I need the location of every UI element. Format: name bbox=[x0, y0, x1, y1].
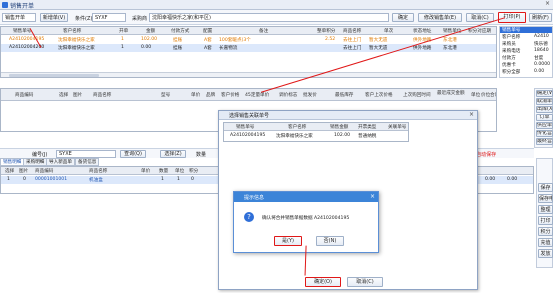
info-title: 销售单号 bbox=[502, 28, 521, 33]
action-item[interactable]: 出库(X) bbox=[536, 106, 553, 113]
col-address: 状态地址 bbox=[413, 29, 432, 34]
action-item[interactable]: 确定(W) bbox=[536, 90, 553, 97]
action-item[interactable]: 最终营销款 bbox=[536, 138, 553, 145]
select-button[interactable]: 选择(Z) bbox=[160, 150, 186, 158]
modify-order-button[interactable]: 修改销售单(E) bbox=[418, 13, 462, 22]
new-order-button[interactable]: 新增单(V) bbox=[40, 13, 68, 22]
close-icon[interactable]: × bbox=[469, 111, 474, 118]
side-item[interactable]: 充值 bbox=[538, 238, 553, 247]
no-button[interactable]: 否(N) bbox=[316, 236, 344, 246]
orders-grid: 销售单号 客户名称 开单 金额 付款方式 配置 备注 整单积分 商品名称 单次 … bbox=[0, 26, 497, 78]
side-item[interactable]: 积分 bbox=[538, 227, 553, 236]
select-header: 销售单号 客户名称 销售金额 开票类型 关联单号 bbox=[224, 123, 408, 131]
ok-button[interactable]: 确定(O) bbox=[305, 277, 341, 287]
side-item[interactable]: 发放 bbox=[538, 249, 553, 258]
orders-header: 销售单号 客户名称 开单 金额 付款方式 配置 备注 整单积分 商品名称 单次 … bbox=[1, 27, 496, 35]
toolbar: 销售开单 新增单(V) 条件(Z) SYXF 采购商 沈阳幸福快乐之家(和平区)… bbox=[0, 10, 553, 25]
app-icon bbox=[2, 2, 8, 8]
order-info-panel: 销售单号 客户名称 采购员 采购电话 付款方 优惠卡 积分全部 A2410 快乐… bbox=[499, 26, 553, 78]
bottom-action-panel: 保存 保存申请 整理 打印 积分 充值 发放 bbox=[536, 158, 553, 268]
search-button[interactable]: 查询(Q) bbox=[120, 150, 146, 158]
col-amount: 金额 bbox=[146, 29, 156, 34]
action-item[interactable]: 供应单(U) bbox=[536, 122, 553, 129]
col-period: 积分对应期 bbox=[468, 29, 491, 34]
side-item[interactable]: 打印 bbox=[538, 216, 553, 225]
num-input[interactable]: SYXE bbox=[56, 150, 116, 158]
col-customer: 客户名称 bbox=[63, 29, 82, 34]
tab-purchase-detail[interactable]: 采购明细 bbox=[23, 158, 48, 166]
side-item[interactable]: 保存 bbox=[538, 183, 553, 192]
select-grid: 销售单号 客户名称 销售金额 开票类型 关联单号 A24102004195 沈阳… bbox=[223, 122, 409, 142]
col-points: 整单积分 bbox=[317, 29, 336, 34]
col-count2: 单次 bbox=[384, 29, 394, 34]
customer-label: 采购商 bbox=[132, 16, 148, 22]
action-item[interactable]: 取消单据 bbox=[536, 98, 553, 105]
col-product: 商品名称 bbox=[343, 29, 362, 34]
message-box: 提示信息 × ? 确认将合并销售单据数据 A24102004195 是(Y) 否… bbox=[233, 191, 379, 253]
col-config: 配置 bbox=[203, 29, 213, 34]
col-remark: 备注 bbox=[259, 29, 269, 34]
customer-input[interactable]: 沈阳幸福快乐之家(和平区) bbox=[149, 13, 389, 22]
action-panel: 确定(W) 取消单据 出库(X) 订单 供应单(U) 传化营(T) 最终营销款 bbox=[534, 88, 553, 148]
window-titlebar: 销售开单 × bbox=[0, 0, 553, 10]
table-row[interactable]: A24102004200 沈阳幸福快乐之家 1 0.00 挂账 A套 长嘉物流 … bbox=[1, 44, 496, 52]
condition-input[interactable]: SYXF bbox=[92, 13, 126, 22]
orders-hscroll[interactable] bbox=[1, 72, 496, 77]
side-item[interactable]: 整理 bbox=[538, 205, 553, 214]
message-titlebar: 提示信息 × bbox=[234, 192, 378, 202]
col-count: 开单 bbox=[119, 29, 129, 34]
cancel-button[interactable]: 取消(C) bbox=[347, 277, 383, 287]
close-icon[interactable]: × bbox=[370, 193, 375, 200]
tab-import[interactable]: 导入新品单 bbox=[46, 158, 75, 166]
select-dialog-title: 选择销售关联单号 bbox=[229, 113, 270, 119]
tab-stock[interactable]: 备货信息 bbox=[75, 158, 100, 166]
close-icon[interactable]: × bbox=[545, 0, 550, 7]
refresh-button[interactable]: 刷新(F) bbox=[529, 13, 552, 22]
table-row[interactable]: A24102004195 沈阳幸福快乐之家 102.00 普通纳税 bbox=[224, 132, 408, 140]
detail-header: 商品编码 选择 图片 商品名称 型号 单价 品牌 客户价格 45定量单价 调价标… bbox=[1, 89, 496, 101]
qty-label: 数量 bbox=[196, 152, 207, 158]
question-icon: ? bbox=[244, 212, 254, 222]
yes-button[interactable]: 是(Y) bbox=[274, 236, 302, 246]
tab-sales-detail[interactable]: 销售明细 bbox=[0, 158, 25, 166]
message-text: 确认将合并销售单据数据 A24102004195 bbox=[262, 216, 350, 221]
condition-label: 条件(Z) bbox=[75, 16, 93, 22]
num-label: 编号(J) bbox=[32, 152, 48, 158]
action-item[interactable]: 传化营(T) bbox=[536, 130, 553, 137]
action-item[interactable]: 订单 bbox=[536, 114, 553, 121]
confirm-button[interactable]: 确定 bbox=[392, 13, 414, 22]
side-item[interactable]: 保存申请 bbox=[538, 194, 553, 203]
window-title: 销售开单 bbox=[10, 3, 35, 10]
type-select[interactable]: 销售开单 bbox=[2, 13, 36, 22]
message-title: 提示信息 bbox=[244, 195, 265, 201]
col-payment: 付款方式 bbox=[171, 29, 190, 34]
select-dialog-titlebar: 选择销售关联单号 × bbox=[219, 111, 477, 120]
